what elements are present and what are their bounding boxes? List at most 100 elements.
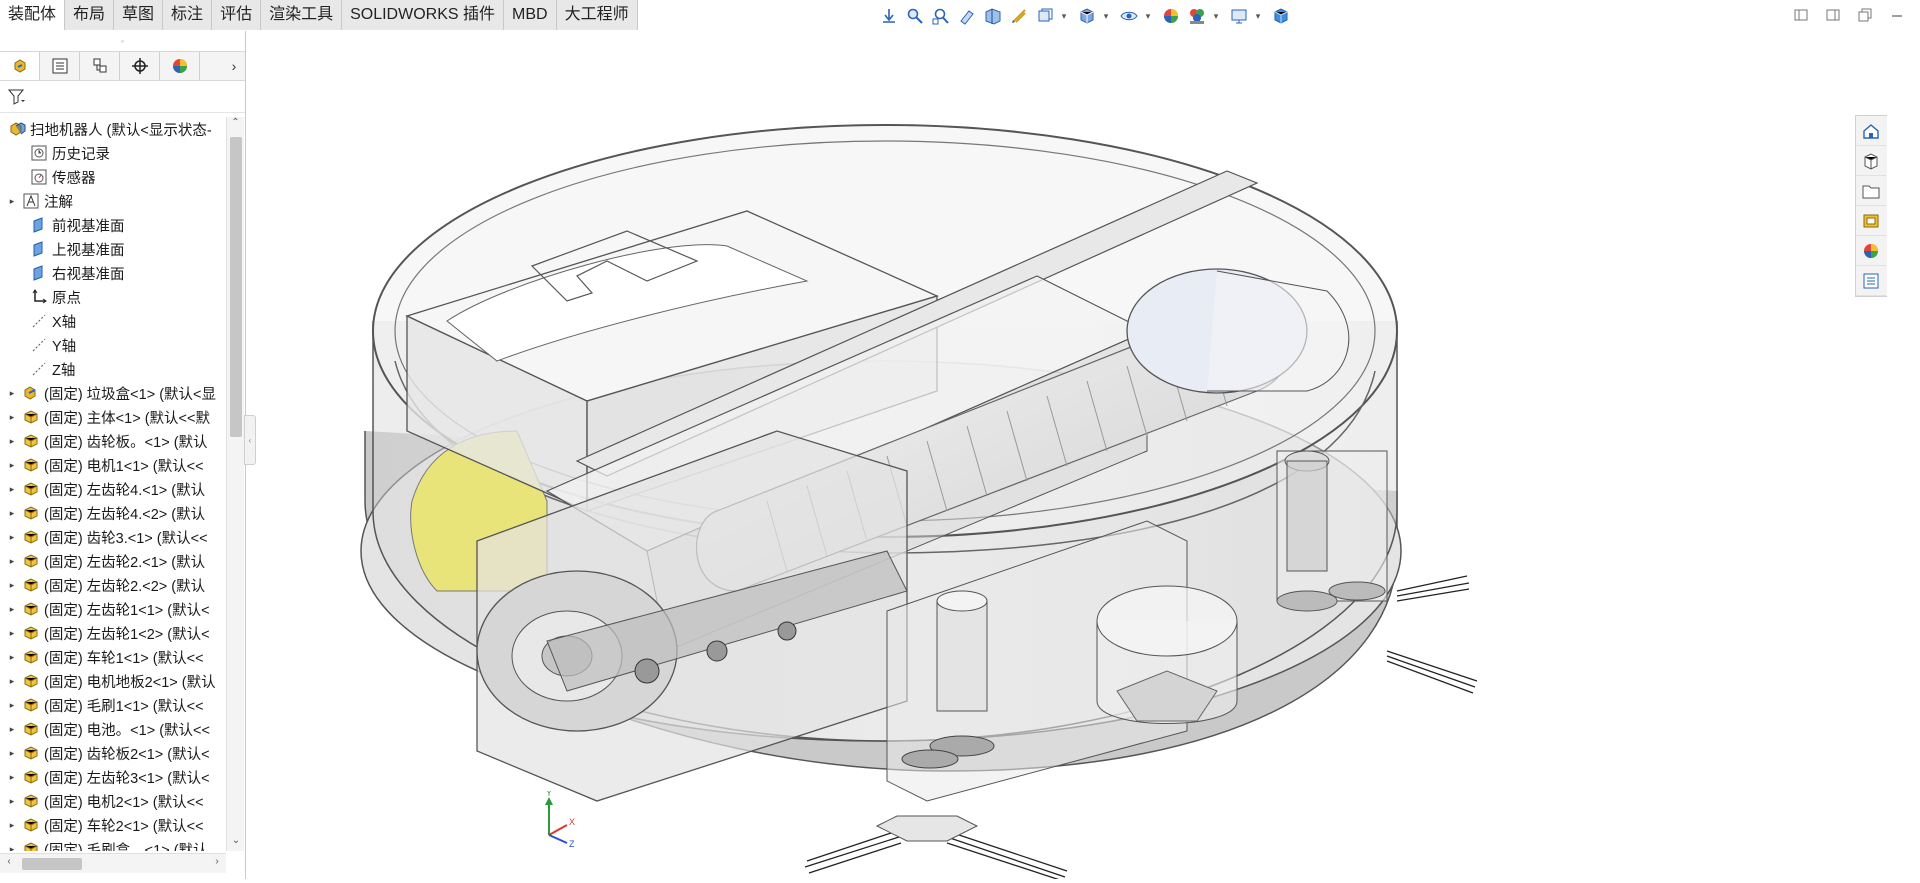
tab-0[interactable]: 装配体 [0, 0, 66, 30]
tab-4[interactable]: 评估 [212, 0, 262, 30]
tree-item-14[interactable]: ▸ (固定) 电机1<1> (默认<< [0, 453, 226, 477]
expand-chevron-icon[interactable]: ▸ [6, 484, 18, 495]
tree-item-4[interactable]: 前视基准面 [0, 213, 226, 237]
tree-item-30[interactable]: ▸ (固定) 毛刷盒。<1> (默认 [0, 837, 226, 851]
more-tabs-chevron-icon[interactable]: › [223, 58, 245, 74]
tree-item-20[interactable]: ▸ (固定) 左齿轮1<1> (默认< [0, 597, 226, 621]
scroll-down-icon[interactable]: ⌄ [227, 835, 245, 851]
view-type-dropdown-icon[interactable]: ▾ [1060, 5, 1068, 27]
filter-icon[interactable] [0, 81, 245, 113]
tree-item-9[interactable]: Y轴 [0, 333, 226, 357]
tree-item-17[interactable]: ▸ (固定) 齿轮3.<1> (默认<< [0, 525, 226, 549]
tree-item-24[interactable]: ▸ (固定) 毛刷1<1> (默认<< [0, 693, 226, 717]
tree-item-27[interactable]: ▸ (固定) 左齿轮3<1> (默认< [0, 765, 226, 789]
view-palette-icon[interactable] [1856, 206, 1886, 236]
zoom-to-fit-icon[interactable] [904, 5, 926, 27]
tree-item-18[interactable]: ▸ (固定) 左齿轮2.<1> (默认 [0, 549, 226, 573]
display-style-icon[interactable] [1076, 5, 1098, 27]
expand-chevron-icon[interactable]: ▸ [6, 676, 18, 687]
tree-item-15[interactable]: ▸ (固定) 左齿轮4.<1> (默认 [0, 477, 226, 501]
tree-item-11[interactable]: ▸ (固定) 垃圾盒<1> (默认<显 [0, 381, 226, 405]
previous-view-icon[interactable] [956, 5, 978, 27]
hide-show-icon[interactable] [1118, 5, 1140, 27]
tree-item-19[interactable]: ▸ (固定) 左齿轮2.<2> (默认 [0, 573, 226, 597]
tree-item-13[interactable]: ▸ (固定) 齿轮板。<1> (默认 [0, 429, 226, 453]
tree-item-12[interactable]: ▸ (固定) 主体<1> (默认<<默 [0, 405, 226, 429]
tab-3[interactable]: 标注 [163, 0, 213, 30]
restore-right-icon[interactable] [1824, 6, 1842, 24]
tab-5[interactable]: 渲染工具 [261, 0, 343, 30]
section-view-icon[interactable] [982, 5, 1004, 27]
robot-vacuum-model[interactable] [247, 31, 1887, 882]
file-explorer-icon[interactable] [1856, 176, 1886, 206]
custom-properties-icon[interactable] [1856, 266, 1886, 296]
propertymanager-icon[interactable] [40, 52, 80, 80]
expand-chevron-icon[interactable]: ▸ [6, 460, 18, 471]
expand-chevron-icon[interactable]: ▸ [6, 844, 18, 852]
zoom-to-area-icon[interactable] [930, 5, 952, 27]
expand-chevron-icon[interactable]: ▸ [6, 652, 18, 663]
featuremanager-tree-icon[interactable] [0, 52, 40, 80]
minimize-icon[interactable] [1888, 6, 1906, 24]
panel-grip-icon[interactable]: ◦ [0, 31, 245, 51]
expand-chevron-icon[interactable]: ▸ [6, 604, 18, 615]
view-type-icon[interactable] [1034, 5, 1056, 27]
tab-8[interactable]: 大工程师 [556, 0, 638, 30]
display-style-dropdown-icon[interactable]: ▾ [1102, 5, 1110, 27]
tree-item-23[interactable]: ▸ (固定) 电机地板2<1> (默认 [0, 669, 226, 693]
tree-item-10[interactable]: Z轴 [0, 357, 226, 381]
tree-item-29[interactable]: ▸ (固定) 车轮2<1> (默认<< [0, 813, 226, 837]
tree-item-1[interactable]: 历史记录 [0, 141, 226, 165]
tab-2[interactable]: 草图 [114, 0, 164, 30]
tree-vertical-scrollbar[interactable]: ⌃ ⌄ [226, 117, 244, 851]
expand-chevron-icon[interactable]: ▸ [6, 724, 18, 735]
apply-scene-icon[interactable] [1186, 5, 1208, 27]
tree-item-21[interactable]: ▸ (固定) 左齿轮1<2> (默认< [0, 621, 226, 645]
solidworks-resources-icon[interactable] [1856, 116, 1886, 146]
tree-item-7[interactable]: 原点 [0, 285, 226, 309]
scrollbar-thumb[interactable] [230, 137, 242, 437]
apply-scene-dropdown-icon[interactable]: ▾ [1212, 5, 1220, 27]
edit-appearance-icon[interactable] [1160, 5, 1182, 27]
expand-chevron-icon[interactable]: ▸ [6, 388, 18, 399]
tree-item-5[interactable]: 上视基准面 [0, 237, 226, 261]
expand-chevron-icon[interactable]: ▸ [6, 700, 18, 711]
tile-windows-icon[interactable] [1856, 6, 1874, 24]
expand-chevron-icon[interactable]: ▸ [6, 556, 18, 567]
view-orientation-arrow-icon[interactable] [878, 5, 900, 27]
tree-item-0[interactable]: 扫地机器人 (默认<显示状态- [0, 117, 226, 141]
expand-chevron-icon[interactable]: ▸ [6, 508, 18, 519]
graphics-area[interactable]: Y X Z [247, 31, 1887, 882]
dynamic-annotation-icon[interactable] [1008, 5, 1030, 27]
appearances-scenes-icon[interactable] [1856, 236, 1886, 266]
expand-chevron-icon[interactable]: ▸ [6, 580, 18, 591]
tree-item-8[interactable]: X轴 [0, 309, 226, 333]
restore-left-icon[interactable] [1792, 6, 1810, 24]
scroll-up-icon[interactable]: ⌃ [227, 117, 244, 133]
expand-chevron-icon[interactable]: ▸ [6, 532, 18, 543]
expand-chevron-icon[interactable]: ▸ [6, 628, 18, 639]
expand-chevron-icon[interactable]: ▸ [6, 820, 18, 831]
scroll-right-icon[interactable]: › [210, 856, 224, 867]
expand-chevron-icon[interactable]: ▸ [6, 196, 18, 207]
tree-item-2[interactable]: 传感器 [0, 165, 226, 189]
tree-item-25[interactable]: ▸ (固定) 电池。<1> (默认<< [0, 717, 226, 741]
horizontal-scrollbar-thumb[interactable] [22, 858, 82, 870]
dimxpertmanager-icon[interactable] [120, 52, 160, 80]
expand-chevron-icon[interactable]: ▸ [6, 748, 18, 759]
tree-horizontal-scrollbar[interactable]: ‹ › [0, 853, 226, 873]
tree-item-3[interactable]: ▸ 注解 [0, 189, 226, 213]
expand-chevron-icon[interactable]: ▸ [6, 412, 18, 423]
tree-item-26[interactable]: ▸ (固定) 齿轮板2<1> (默认< [0, 741, 226, 765]
expand-chevron-icon[interactable]: ▸ [6, 796, 18, 807]
tab-7[interactable]: MBD [504, 0, 557, 30]
displaymanager-icon[interactable] [160, 52, 200, 80]
tab-1[interactable]: 布局 [65, 0, 115, 30]
3d-box-icon[interactable] [1270, 5, 1292, 27]
tree-item-16[interactable]: ▸ (固定) 左齿轮4.<2> (默认 [0, 501, 226, 525]
tree-item-28[interactable]: ▸ (固定) 电机2<1> (默认<< [0, 789, 226, 813]
tab-6[interactable]: SOLIDWORKS 插件 [342, 0, 505, 30]
scroll-left-icon[interactable]: ‹ [2, 856, 16, 867]
expand-chevron-icon[interactable]: ▸ [6, 772, 18, 783]
hide-show-dropdown-icon[interactable]: ▾ [1144, 5, 1152, 27]
